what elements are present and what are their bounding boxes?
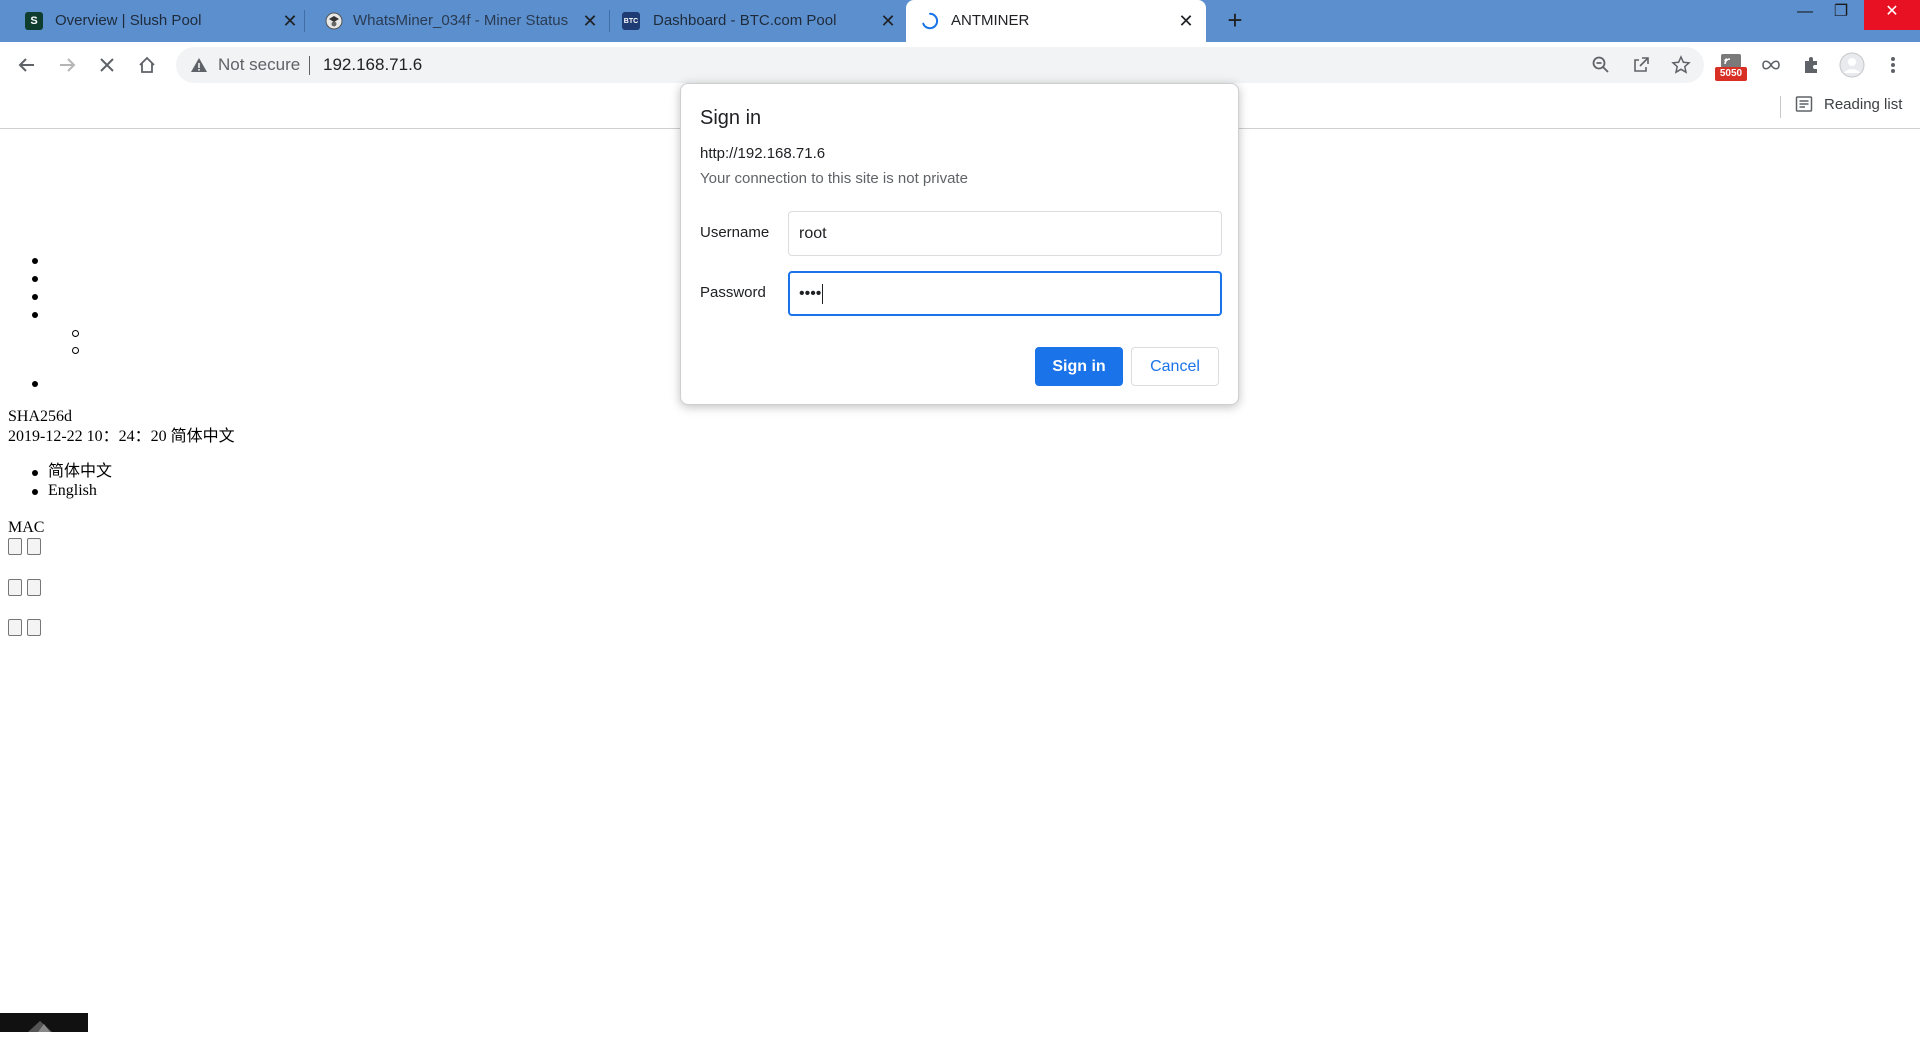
window-close-button[interactable]: ✕ bbox=[1864, 0, 1920, 30]
lang-bullet bbox=[32, 470, 38, 476]
datetime-text: 2019-12-22 10：24：20 简体中文 bbox=[8, 428, 235, 445]
username-label: Username bbox=[700, 224, 770, 241]
username-input[interactable]: root bbox=[788, 211, 1222, 256]
subnav-bullet bbox=[72, 330, 79, 337]
nav-bullet bbox=[32, 258, 38, 264]
language-option-chinese[interactable]: 简体中文 bbox=[48, 462, 112, 482]
zoom-out-icon[interactable] bbox=[1588, 52, 1614, 78]
profile-avatar-icon[interactable] bbox=[1839, 52, 1865, 78]
password-input[interactable]: •••• bbox=[788, 271, 1222, 316]
nav-bullet bbox=[32, 312, 38, 318]
lang-bullet bbox=[32, 489, 38, 495]
share-icon[interactable] bbox=[1628, 52, 1654, 78]
unstyled-button[interactable] bbox=[8, 579, 22, 596]
subnav-bullet bbox=[72, 347, 79, 354]
slush-pool-favicon-icon: S bbox=[25, 12, 43, 30]
security-status-text[interactable]: Not secure bbox=[218, 56, 300, 74]
tab-antminer[interactable]: ANTMINER ✕ bbox=[906, 0, 1206, 42]
close-icon[interactable]: ✕ bbox=[878, 11, 898, 31]
algorithm-label: SHA256d bbox=[8, 408, 73, 425]
sign-in-dialog: Sign in http://192.168.71.6 Your connect… bbox=[680, 83, 1239, 405]
btc-favicon-icon: BTC bbox=[622, 12, 640, 30]
extensions-puzzle-icon[interactable] bbox=[1798, 52, 1824, 78]
text-caret bbox=[822, 283, 824, 304]
nav-bullet bbox=[32, 294, 38, 300]
dialog-privacy-note: Your connection to this site is not priv… bbox=[700, 170, 968, 187]
tab-slush-pool[interactable]: S Overview | Slush Pool ✕ bbox=[0, 0, 305, 42]
tab-whatsminer[interactable]: WhatsMiner_034f - Miner Status ✕ bbox=[305, 0, 610, 42]
home-icon[interactable] bbox=[134, 52, 160, 78]
infinity-extension-icon[interactable] bbox=[1758, 52, 1784, 78]
tab-btc-pool[interactable]: BTC Dashboard - BTC.com Pool ✕ bbox=[610, 0, 906, 42]
bookmark-star-icon[interactable] bbox=[1668, 52, 1694, 78]
taskbar-thumbnail bbox=[0, 1013, 88, 1032]
password-label: Password bbox=[700, 284, 766, 301]
taskbar-preview-icon bbox=[28, 1021, 52, 1032]
restore-button[interactable]: ❐ bbox=[1818, 0, 1864, 30]
forward-arrow-icon[interactable] bbox=[54, 52, 80, 78]
close-icon[interactable]: ✕ bbox=[580, 11, 600, 31]
whatsminer-favicon-icon bbox=[325, 12, 343, 30]
stop-loading-icon[interactable] bbox=[94, 52, 120, 78]
address-bar[interactable]: Not secure 192.168.71.6 bbox=[176, 47, 1704, 83]
unstyled-button[interactable] bbox=[8, 538, 22, 555]
unstyled-button[interactable] bbox=[27, 579, 41, 596]
reading-list-button[interactable]: Reading list bbox=[1824, 96, 1902, 113]
cancel-button[interactable]: Cancel bbox=[1131, 347, 1219, 386]
more-menu-icon[interactable] bbox=[1880, 52, 1906, 78]
nav-bullet bbox=[32, 276, 38, 282]
dialog-title: Sign in bbox=[700, 107, 762, 129]
tab-title: Overview | Slush Pool bbox=[55, 12, 202, 29]
warning-triangle-icon[interactable] bbox=[190, 56, 208, 79]
tab-title: WhatsMiner_034f - Miner Status bbox=[353, 12, 569, 29]
sign-in-button[interactable]: Sign in bbox=[1035, 347, 1123, 386]
unstyled-button[interactable] bbox=[8, 619, 22, 636]
new-tab-button[interactable]: + bbox=[1222, 7, 1248, 34]
close-icon[interactable]: ✕ bbox=[1176, 11, 1196, 31]
browser-toolbar: Not secure 192.168.71.6 5050 bbox=[0, 42, 1920, 88]
loading-spinner-icon bbox=[921, 12, 939, 30]
unstyled-button[interactable] bbox=[27, 619, 41, 636]
tab-title: ANTMINER bbox=[951, 12, 1030, 29]
close-icon[interactable]: ✕ bbox=[280, 11, 300, 31]
nav-bullet bbox=[32, 381, 38, 387]
dialog-url: http://192.168.71.6 bbox=[700, 145, 826, 162]
mac-label: MAC bbox=[8, 519, 45, 536]
password-masked-value: •••• bbox=[799, 285, 822, 302]
back-arrow-icon[interactable] bbox=[14, 52, 40, 78]
language-option-english[interactable]: English bbox=[48, 481, 97, 501]
omnibox-divider bbox=[309, 56, 310, 75]
reading-list-icon[interactable] bbox=[1795, 95, 1813, 118]
tab-strip: S Overview | Slush Pool ✕ WhatsMiner_034… bbox=[0, 0, 1920, 42]
tab-title: Dashboard - BTC.com Pool bbox=[653, 12, 837, 29]
bookmarks-separator bbox=[1780, 96, 1781, 118]
url-text[interactable]: 192.168.71.6 bbox=[323, 56, 422, 74]
unstyled-button[interactable] bbox=[27, 538, 41, 555]
extension-badge: 5050 bbox=[1715, 67, 1747, 81]
